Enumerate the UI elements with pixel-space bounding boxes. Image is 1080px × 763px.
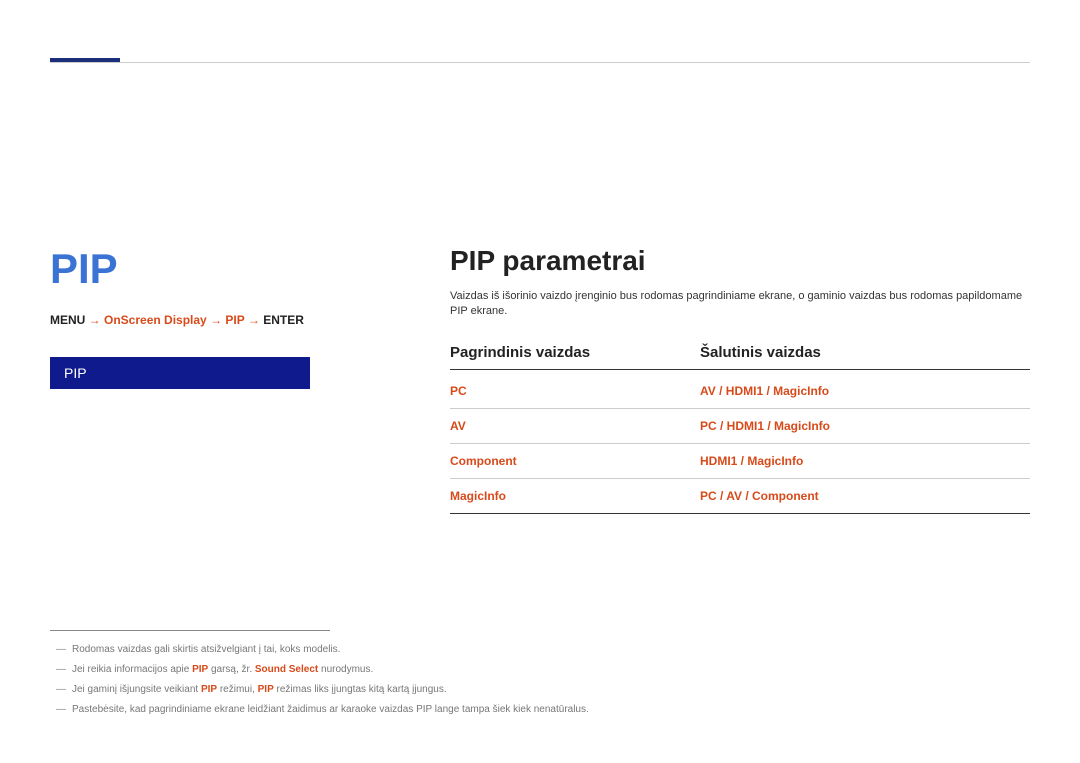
dash-icon: ― [56, 683, 66, 697]
cell-main: AV [450, 419, 700, 433]
footnotes: ― Rodomas vaizdas gali skirtis atsižvelg… [50, 630, 1030, 723]
table-row: AV PC / HDMI1 / MagicInfo [450, 409, 1030, 444]
pip-table: Pagrindinis vaizdas Šalutinis vaizdas PC… [450, 344, 1030, 514]
bc-enter: ENTER [263, 313, 304, 327]
footnote-3: ― Jei gaminį išjungsite veikiant PIP rež… [50, 683, 1030, 697]
cell-sub: PC / AV / Component [700, 489, 1030, 503]
footnote-rule [50, 630, 330, 631]
page-content: PIP MENU → OnScreen Display → PIP → ENTE… [50, 245, 1030, 514]
table-row: MagicInfo PC / AV / Component [450, 479, 1030, 514]
cell-main: MagicInfo [450, 489, 700, 503]
footnote-text: Jei reikia informacijos apie PIP garsą, … [72, 663, 373, 677]
right-column: PIP parametrai Vaizdas iš išorinio vaizd… [410, 245, 1030, 514]
cell-sub: HDMI1 / MagicInfo [700, 454, 1030, 468]
right-heading: PIP parametrai [450, 245, 1030, 277]
footnote-4: ― Pastebėsite, kad pagrindiniame ekrane … [50, 703, 1030, 717]
left-column: PIP MENU → OnScreen Display → PIP → ENTE… [50, 245, 410, 514]
footnote-text: Pastebėsite, kad pagrindiniame ekrane le… [72, 703, 589, 717]
table-row: Component HDMI1 / MagicInfo [450, 444, 1030, 479]
right-desc: Vaizdas iš išorinio vaizdo įrenginio bus… [450, 289, 1030, 320]
footnote-1: ― Rodomas vaizdas gali skirtis atsižvelg… [50, 643, 1030, 657]
bc-path-1: → OnScreen Display → PIP → [85, 313, 263, 327]
dash-icon: ― [56, 663, 66, 677]
pip-box: PIP [50, 357, 310, 389]
pip-heading: PIP [50, 245, 410, 293]
cell-sub: AV / HDMI1 / MagicInfo [700, 384, 1030, 398]
table-header-row: Pagrindinis vaizdas Šalutinis vaizdas [450, 344, 1030, 370]
th-sub: Šalutinis vaizdas [700, 344, 1030, 361]
cell-main: PC [450, 384, 700, 398]
breadcrumb: MENU → OnScreen Display → PIP → ENTER [50, 313, 410, 327]
footnote-2: ― Jei reikia informacijos apie PIP garsą… [50, 663, 1030, 677]
dash-icon: ― [56, 703, 66, 717]
bc-menu: MENU [50, 313, 85, 327]
footnote-text: Rodomas vaizdas gali skirtis atsižvelgia… [72, 643, 340, 657]
cell-sub: PC / HDMI1 / MagicInfo [700, 419, 1030, 433]
th-main: Pagrindinis vaizdas [450, 344, 700, 361]
footnote-text: Jei gaminį išjungsite veikiant PIP režim… [72, 683, 447, 697]
cell-main: Component [450, 454, 700, 468]
header-rule [50, 62, 1030, 63]
table-row: PC AV / HDMI1 / MagicInfo [450, 374, 1030, 409]
dash-icon: ― [56, 643, 66, 657]
